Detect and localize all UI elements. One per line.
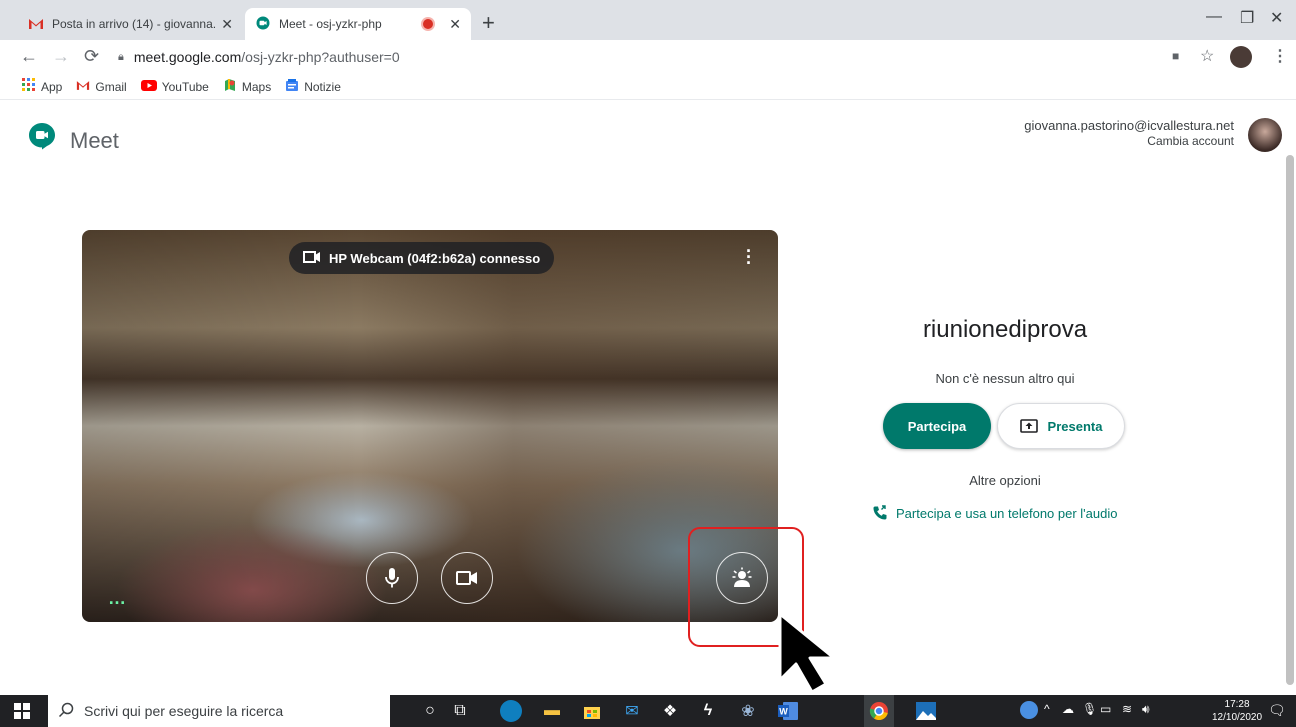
forward-icon[interactable]: →: [52, 46, 70, 67]
file-explorer-icon[interactable]: ▬: [540, 699, 564, 723]
edge-icon[interactable]: [500, 700, 522, 722]
word-icon[interactable]: W: [776, 699, 800, 723]
windows-taskbar: Scrivi qui per eseguire la ricerca ○ ⧉ ▬…: [0, 695, 1296, 727]
present-label: Presenta: [1047, 418, 1103, 434]
new-tab-button[interactable]: +: [482, 10, 495, 36]
camera-in-use-icon[interactable]: ■: [1172, 49, 1179, 63]
mail-icon[interactable]: ✉: [620, 699, 644, 723]
bookmark-label: Maps: [241, 79, 272, 94]
more-dots-icon[interactable]: …: [108, 588, 127, 609]
tab-gmail[interactable]: Posta in arrivo (14) - giovanna.pa ✕: [18, 8, 243, 40]
youtube-icon: [140, 79, 157, 94]
taskbar-clock[interactable]: 17:28 12/10/2020: [1212, 698, 1262, 724]
webcam-icon: [303, 250, 321, 267]
store-icon[interactable]: [580, 699, 604, 723]
maps-icon: [223, 78, 237, 95]
meeting-status: Non c'è nessun altro qui: [935, 371, 1075, 386]
browser-toolbar: ← → ⟳ 🔒︎ meet.google.com/osj-yzkr-php?au…: [0, 40, 1296, 74]
camera-status-text: HP Webcam (04f2:b62a) connesso: [329, 250, 541, 266]
battery-icon[interactable]: ▭: [1100, 702, 1111, 716]
present-screen-icon: [1019, 419, 1038, 433]
bookmark-gmail[interactable]: Gmail: [76, 79, 127, 94]
meet-icon: [255, 16, 271, 32]
phone-audio-icon: [873, 505, 887, 520]
recording-indicator-icon: [423, 19, 434, 29]
switch-account-link[interactable]: Cambia account: [1147, 134, 1234, 148]
present-button[interactable]: Presenta: [997, 403, 1125, 449]
photos-icon[interactable]: [914, 699, 938, 723]
microphone-tray-icon[interactable]: 🎙︎: [1082, 702, 1097, 716]
bookmark-label: YouTube: [161, 79, 209, 94]
app-title: Meet: [70, 128, 119, 153]
search-icon: [58, 702, 74, 721]
bookmark-star-icon[interactable]: ☆: [1200, 46, 1214, 66]
back-icon[interactable]: ←: [20, 46, 38, 67]
camera-status-pill[interactable]: HP Webcam (04f2:b62a) connesso: [289, 242, 555, 274]
address-bar[interactable]: 🔒︎ meet.google.com/osj-yzkr-php?authuser…: [118, 45, 1208, 69]
restore-icon[interactable]: ❐: [1240, 8, 1254, 28]
phone-audio-label: Partecipa e usa un telefono per l'audio: [896, 505, 1118, 521]
bookmark-label: Notizie: [304, 79, 341, 94]
other-options-heading: Altre opzioni: [969, 473, 1041, 488]
app-brain-icon[interactable]: ❀: [736, 699, 760, 723]
microphone-icon: [385, 568, 399, 588]
reload-icon[interactable]: ⟳: [84, 46, 99, 67]
preview-more-options-icon[interactable]: · · ·: [746, 242, 752, 272]
search-placeholder: Scrivi qui per eseguire la ricerca: [84, 703, 284, 719]
chrome-menu-icon[interactable]: ⋮: [1272, 46, 1288, 66]
meet-logo-icon: [29, 123, 55, 150]
minimize-icon[interactable]: —: [1206, 8, 1222, 26]
tab-meet[interactable]: Meet - osj-yzkr-php ✕: [245, 8, 471, 40]
taskbar-search-input[interactable]: Scrivi qui per eseguire la ricerca: [48, 695, 390, 727]
bookmark-youtube[interactable]: YouTube: [140, 79, 209, 94]
close-window-icon[interactable]: ✕: [1270, 8, 1283, 28]
account-avatar[interactable]: [1248, 118, 1282, 152]
bookmark-app[interactable]: App: [22, 78, 62, 95]
onedrive-icon[interactable]: ☁: [1062, 702, 1074, 716]
clock-time: 17:28: [1224, 699, 1250, 710]
cortana-icon[interactable]: ○: [418, 699, 442, 723]
windows-start-icon[interactable]: [10, 699, 34, 723]
clock-date: 12/10/2020: [1212, 712, 1263, 723]
gmail-icon: [76, 80, 90, 94]
bookmark-maps[interactable]: Maps: [223, 78, 271, 95]
tab-title: Meet - osj-yzkr-php: [279, 17, 382, 31]
dropbox-icon[interactable]: ❖: [658, 699, 682, 723]
help-tray-icon[interactable]: [1020, 701, 1038, 719]
bookmark-label: Gmail: [95, 79, 127, 94]
camera-preview: HP Webcam (04f2:b62a) connesso · · · …: [82, 230, 778, 622]
close-tab-icon[interactable]: ✕: [221, 16, 233, 33]
microphone-button[interactable]: [366, 552, 418, 604]
svg-text:W: W: [779, 707, 788, 717]
profile-avatar[interactable]: [1230, 46, 1252, 68]
chevron-up-icon[interactable]: ^: [1044, 702, 1050, 716]
close-tab-icon[interactable]: ✕: [449, 16, 461, 33]
url-host: meet.google.com: [133, 49, 242, 65]
bookmark-label: App: [41, 79, 63, 94]
app-icon[interactable]: ϟ: [696, 699, 720, 723]
tab-title: Posta in arrivo (14) - giovanna.pa: [52, 17, 216, 31]
news-icon: [285, 78, 299, 95]
bookmarks-bar: App Gmail YouTube Maps Notizie: [0, 74, 1296, 100]
url-path: /osj-yzkr-php?authuser=0: [241, 49, 400, 65]
join-button[interactable]: Partecipa: [883, 403, 991, 449]
lock-icon: 🔒︎: [118, 50, 124, 63]
account-email: giovanna.pastorino@icvallestura.net: [1024, 118, 1234, 133]
browser-tab-strip: Posta in arrivo (14) - giovanna.pa ✕ Mee…: [0, 0, 1296, 40]
camera-button[interactable]: [441, 552, 493, 604]
meeting-name: riunionediprova: [922, 316, 1088, 343]
apps-grid-icon: [22, 78, 36, 95]
arrow-cursor-icon: [778, 612, 836, 694]
page-scrollbar[interactable]: [1286, 155, 1294, 685]
task-view-icon[interactable]: ⧉: [448, 699, 472, 723]
bookmark-notizie[interactable]: Notizie: [285, 78, 341, 95]
camera-icon: [456, 571, 477, 585]
notifications-icon[interactable]: 🗨︎: [1268, 702, 1286, 719]
speaker-icon[interactable]: 🔊︎: [1142, 702, 1150, 717]
join-with-phone-link[interactable]: Partecipa e usa un telefono per l'audio: [872, 505, 1117, 521]
wifi-icon[interactable]: ≋: [1122, 702, 1132, 716]
chrome-taskbar-icon[interactable]: [864, 695, 894, 727]
gmail-icon: [28, 16, 44, 32]
